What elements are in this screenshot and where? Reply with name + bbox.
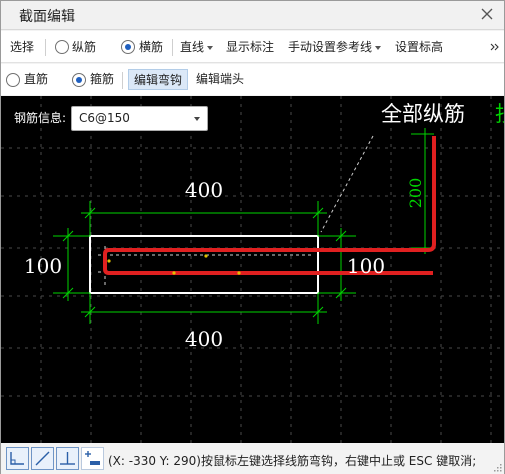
radio-longitudinal-label[interactable]: 纵筋	[72, 31, 96, 63]
dim-bottom-label: 400	[185, 327, 223, 351]
rebar-info-value: C6@150	[79, 111, 130, 125]
toolbar-primary: 选择 纵筋 横筋 直线 显示标注 手动设置参考线 设置标高	[1, 31, 504, 63]
set-elevation-button[interactable]: 设置标高	[395, 31, 443, 63]
toolbar-separator	[122, 72, 123, 89]
chevron-down-icon	[375, 45, 382, 50]
dim-top-label: 400	[185, 178, 223, 202]
clipped-label: 抄	[495, 102, 504, 126]
rebar-info-label: 钢筋信息:	[14, 111, 67, 125]
edit-bend-button[interactable]: 编辑弯钩	[128, 69, 189, 90]
radio-transverse[interactable]	[121, 40, 135, 54]
radio-straight-bar[interactable]	[6, 73, 20, 87]
stirrup-rebar	[103, 136, 436, 275]
rebar-info-select[interactable]: C6@150	[71, 106, 208, 131]
grid-lines	[1, 96, 504, 443]
resize-grip-icon[interactable]	[492, 462, 502, 472]
leader-line	[320, 135, 374, 233]
edit-end-button[interactable]: 编辑端头	[196, 64, 244, 95]
radio-straight-bar-label[interactable]: 直筋	[24, 64, 48, 95]
radio-stirrup-label[interactable]: 箍筋	[90, 64, 114, 95]
add-dimension-icon[interactable]	[81, 447, 104, 470]
dim-vertical-label: 200	[406, 178, 425, 209]
chevron-down-icon	[194, 117, 200, 121]
radio-longitudinal[interactable]	[55, 40, 69, 54]
manual-ref-line-label: 手动设置参考线	[288, 40, 373, 54]
title-bar: 截面编辑	[1, 1, 504, 30]
line-type-dropdown[interactable]: 直线	[180, 31, 214, 63]
manual-ref-line-dropdown[interactable]: 手动设置参考线	[288, 31, 382, 63]
perpendicular-icon[interactable]	[56, 447, 79, 470]
radio-stirrup[interactable]	[72, 73, 86, 87]
dim-left-label: 100	[24, 254, 62, 278]
status-message: (X: -330 Y: 290)按鼠标左键选择线筋弯钩，右键中止或 ESC 键取…	[108, 454, 477, 468]
section-outline	[89, 235, 319, 294]
dim-right-label: 100	[347, 254, 385, 278]
dimension-lines	[53, 128, 434, 324]
drawing-canvas[interactable]: 400 400 100 100 200 全部纵筋 抄 钢筋信息: C6@150	[1, 96, 504, 443]
radio-transverse-label[interactable]: 横筋	[139, 31, 163, 63]
orthogonal-icon[interactable]	[6, 447, 29, 470]
status-bar: (X: -330 Y: 290)按鼠标左键选择线筋弯钩，右键中止或 ESC 键取…	[1, 444, 504, 474]
toolbar-separator	[172, 39, 173, 56]
line-type-label: 直线	[180, 40, 205, 54]
chevron-down-icon	[207, 45, 214, 50]
close-icon[interactable]	[479, 6, 495, 22]
toolbar-separator	[45, 39, 46, 56]
select-button[interactable]: 选择	[10, 31, 34, 63]
all-long-bars-label: 全部纵筋	[381, 102, 465, 126]
show-dimension-button[interactable]: 显示标注	[226, 31, 274, 63]
diagonal-line-icon[interactable]	[31, 447, 54, 470]
window-title: 截面编辑	[19, 9, 75, 25]
section-edit-window: 截面编辑 选择 纵筋 横筋 直线 显示标注 手动设置参考线 设置标高 直筋 箍筋…	[0, 0, 505, 474]
overflow-chevron-icon[interactable]	[490, 42, 500, 52]
toolbar-secondary: 直筋 箍筋 编辑弯钩 编辑端头	[1, 64, 504, 95]
section-drawing[interactable]: 400 400 100 100 200 全部纵筋 抄	[1, 96, 504, 443]
